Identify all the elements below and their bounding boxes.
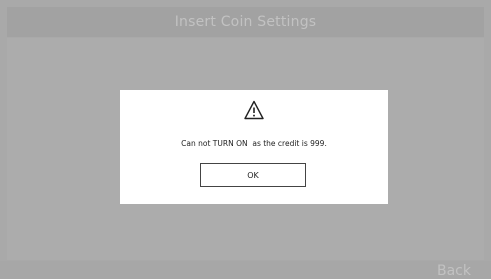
header-bar: Insert Coin Settings [7, 7, 484, 37]
back-button[interactable]: Back [437, 262, 471, 280]
ok-button[interactable]: OK [200, 163, 306, 187]
footer-bar [0, 261, 491, 279]
screen: Insert Coin Settings Back Can not TURN O… [0, 0, 491, 279]
warning-icon [244, 100, 264, 120]
dialog-message: Can not TURN ON as the credit is 999. [181, 139, 327, 148]
page-title: Insert Coin Settings [174, 14, 317, 30]
alert-dialog: Can not TURN ON as the credit is 999. OK [120, 90, 388, 204]
